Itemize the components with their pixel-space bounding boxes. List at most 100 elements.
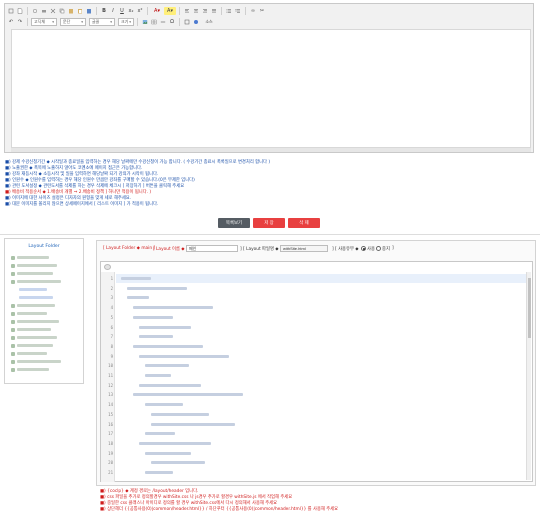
- section-divider: [0, 234, 540, 235]
- folder-item[interactable]: [11, 327, 51, 332]
- align-center-icon[interactable]: [192, 7, 200, 15]
- source-icon[interactable]: [7, 7, 15, 15]
- line-number: 17: [108, 431, 113, 437]
- folder-item[interactable]: [11, 271, 53, 276]
- folder-item[interactable]: [11, 303, 55, 308]
- folder-item[interactable]: [11, 263, 57, 268]
- line-number: 6: [110, 324, 113, 330]
- italic-icon[interactable]: I: [109, 7, 117, 15]
- line-number: 1: [110, 276, 113, 281]
- layout-file-label: ] [ Layout 파일명 ◆: [240, 247, 279, 252]
- text-color-icon[interactable]: A▾: [151, 7, 163, 15]
- layout-name-label: [ Layout 이름 ◆: [153, 247, 185, 252]
- folder-item[interactable]: [11, 351, 47, 356]
- numbered-list-icon[interactable]: [225, 7, 233, 15]
- subscript-icon[interactable]: x₂: [127, 7, 135, 15]
- folder-item[interactable]: [11, 319, 59, 324]
- code-line: [127, 296, 149, 300]
- undo-icon[interactable]: ↶: [7, 18, 15, 26]
- line-number: 13: [108, 392, 113, 398]
- align-justify-icon[interactable]: [210, 7, 218, 15]
- use-status-label: ] [ 사용유무 ◆: [332, 247, 359, 252]
- editor-toolbar-row-2: ↶ ↷ 고딕체 ▾ 문단 ▾ 글꼴 ▾ 크기 ▾ Ω 소스: [7, 17, 217, 27]
- code-line: [133, 315, 173, 319]
- special-char-icon[interactable]: Ω: [168, 18, 176, 26]
- folder-subitem[interactable]: [19, 295, 53, 300]
- line-number: 19: [108, 450, 113, 456]
- new-page-icon[interactable]: [16, 7, 24, 15]
- delete-button[interactable]: 삭 제: [288, 218, 320, 228]
- code-line: [139, 325, 191, 329]
- code-line: [145, 432, 175, 436]
- code-editor[interactable]: 1 2 3 4 5 6 7 8 9 10 11 12 13 14 15 16 17 18 19 20 21: [100, 261, 533, 482]
- use-yes-radio[interactable]: [361, 246, 366, 251]
- folder-subitem[interactable]: [19, 287, 47, 292]
- line-number: 4: [110, 305, 113, 311]
- font-size-select[interactable]: 글꼴 ▾: [89, 18, 115, 26]
- maximize-icon[interactable]: [183, 18, 191, 26]
- preview-icon[interactable]: [31, 7, 39, 15]
- footer-note: ■) 상단헤더 {{공통사용(0)|common/header.html}} /…: [100, 507, 339, 512]
- copy-icon[interactable]: [58, 7, 66, 15]
- code-line: [133, 306, 213, 310]
- underline-icon[interactable]: U: [118, 7, 126, 15]
- code-line: [145, 403, 183, 407]
- folder-item[interactable]: [11, 255, 49, 260]
- layout-file-input[interactable]: [280, 245, 328, 252]
- code-line: [121, 277, 151, 280]
- align-left-icon[interactable]: [183, 7, 191, 15]
- code-line: [151, 422, 235, 426]
- line-number: 5: [110, 314, 113, 320]
- folder-item[interactable]: [11, 335, 57, 340]
- redo-icon[interactable]: ↷: [16, 18, 24, 26]
- bulleted-list-icon[interactable]: [234, 7, 242, 15]
- source-button[interactable]: 소스: [201, 18, 217, 26]
- image-icon[interactable]: [141, 18, 149, 26]
- note-item: ■) 대문 이미지를 올리지 않으면 상세페이지에서 [ 리스트 이미지 ] 가…: [5, 202, 159, 207]
- folder-item[interactable]: [11, 359, 61, 364]
- editor-toolbar-row-1: B I U x₂ x² A▾ A▾ ∞ ✂: [7, 6, 266, 16]
- folder-item[interactable]: [11, 279, 61, 284]
- line-number: 16: [108, 421, 113, 427]
- size-select[interactable]: 크기 ▾: [118, 18, 134, 26]
- editor-content-area[interactable]: [11, 29, 531, 148]
- align-right-icon[interactable]: [201, 7, 209, 15]
- code-line: [139, 354, 229, 358]
- line-number: 7: [110, 334, 113, 340]
- layout-name-input[interactable]: [186, 245, 238, 252]
- bold-icon[interactable]: B: [100, 7, 108, 15]
- line-number: 18: [108, 440, 113, 446]
- show-blocks-icon[interactable]: [192, 18, 200, 26]
- code-line: [139, 335, 173, 339]
- line-number: 14: [108, 402, 113, 408]
- save-button[interactable]: 저 장: [253, 218, 285, 228]
- editor-resize-bar[interactable]: [11, 148, 531, 152]
- print-icon[interactable]: [40, 7, 48, 15]
- superscript-icon[interactable]: x²: [136, 7, 144, 15]
- list-button[interactable]: 목록보기: [218, 218, 250, 228]
- bg-color-icon[interactable]: A▾: [164, 7, 176, 15]
- folder-item[interactable]: [11, 311, 47, 316]
- scrollbar-thumb[interactable]: [528, 278, 531, 338]
- folder-item[interactable]: [11, 367, 49, 372]
- line-number-gutter: 1 2 3 4 5 6 7 8 9 10 11 12 13 14 15 16 17 18 19 20 21: [101, 272, 115, 482]
- folder-item[interactable]: [11, 343, 53, 348]
- paste-icon[interactable]: [67, 7, 75, 15]
- unlink-icon[interactable]: ✂: [258, 7, 266, 15]
- editor-settings-icon[interactable]: [104, 264, 111, 270]
- table-icon[interactable]: [150, 18, 158, 26]
- use-no-radio[interactable]: [376, 246, 381, 251]
- font-family-select[interactable]: 고딕체 ▾: [31, 18, 57, 26]
- code-line: [133, 393, 243, 397]
- cut-icon[interactable]: [49, 7, 57, 15]
- paste-word-icon[interactable]: [85, 7, 93, 15]
- paste-text-icon[interactable]: [76, 7, 84, 15]
- code-line: [145, 374, 171, 377]
- line-number: 20: [108, 460, 113, 466]
- code-line: [127, 286, 187, 290]
- link-icon[interactable]: ∞: [249, 7, 257, 15]
- format-select[interactable]: 문단 ▾: [60, 18, 86, 26]
- code-scrollbar[interactable]: [526, 272, 531, 480]
- line-number: 11: [108, 373, 113, 378]
- horizontal-rule-icon[interactable]: [159, 18, 167, 26]
